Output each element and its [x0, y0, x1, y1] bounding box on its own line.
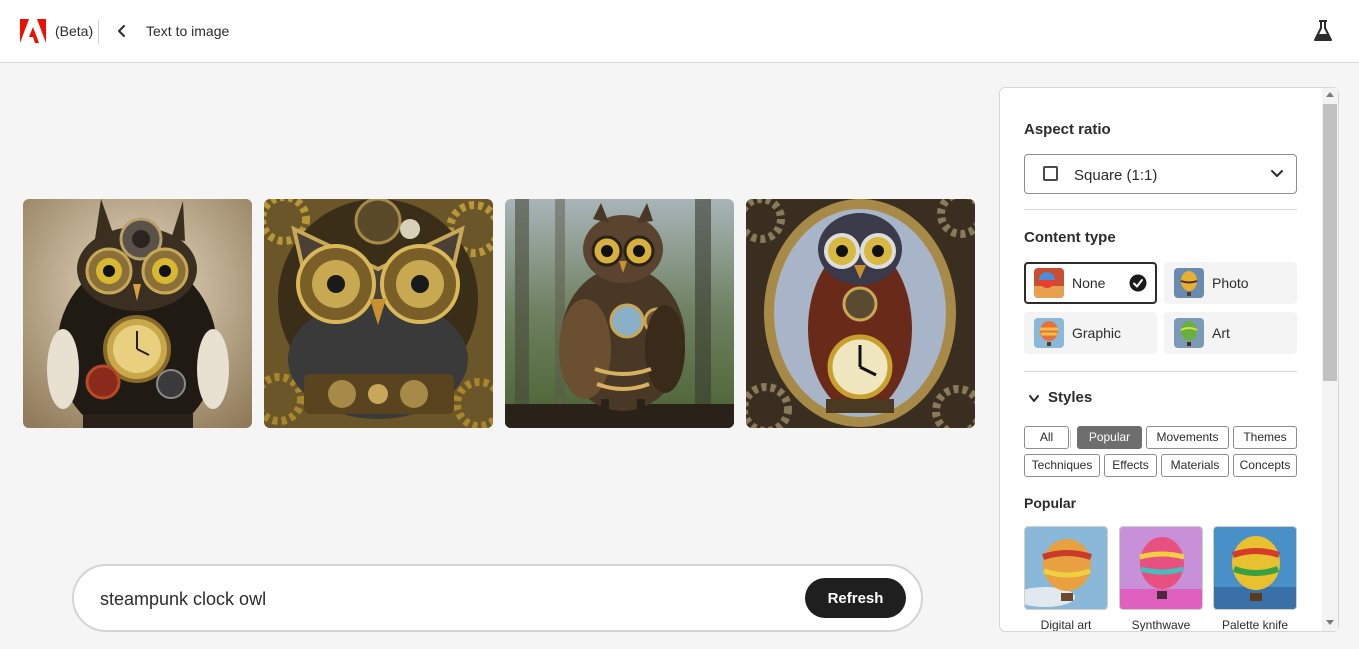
content-type-none[interactable]: None — [1024, 262, 1157, 304]
balloon-thumbnail-icon — [1174, 318, 1204, 348]
settings-panel: Aspect ratio Square (1:1) Content type N… — [999, 87, 1339, 632]
balloon-thumbnail-icon — [1174, 268, 1204, 298]
style-card-label: Palette knife — [1221, 618, 1289, 632]
style-filter-concepts[interactable]: Concepts — [1233, 454, 1297, 477]
style-card-label: Digital art — [1040, 618, 1092, 632]
style-card-digital-art[interactable]: Digital art — [1024, 526, 1108, 632]
prompt-input[interactable] — [100, 586, 780, 612]
checkmark-circle-icon — [1129, 274, 1147, 292]
content-type-label-art: Art — [1212, 325, 1230, 341]
style-filter-materials[interactable]: Materials — [1161, 454, 1229, 477]
digital-art-thumbnail — [1024, 526, 1108, 610]
content-type-photo[interactable]: Photo — [1164, 262, 1297, 304]
style-card-palette-knife[interactable]: Palette knife — [1213, 526, 1297, 632]
beta-label: (Beta) — [55, 23, 94, 39]
style-filter-movements[interactable]: Movements — [1146, 426, 1229, 449]
section-divider — [1024, 371, 1297, 372]
popular-section-label: Popular — [1024, 495, 1077, 511]
aspect-ratio-select[interactable]: Square (1:1) — [1024, 154, 1297, 194]
content-type-label-graphic: Graphic — [1072, 325, 1122, 341]
image-gallery — [23, 199, 975, 428]
aspect-ratio-label: Aspect ratio — [1024, 121, 1111, 138]
app-header: (Beta) Text to image — [0, 0, 1359, 63]
style-filter-popular[interactable]: Popular — [1077, 426, 1142, 449]
palette-knife-thumbnail — [1213, 526, 1297, 610]
panel-scrollbar[interactable] — [1322, 88, 1338, 631]
scroll-up-arrow-icon[interactable] — [1326, 92, 1334, 97]
aspect-ratio-value: Square (1:1) — [1074, 167, 1158, 184]
generated-image-1[interactable] — [23, 199, 252, 428]
section-divider — [1024, 209, 1297, 210]
content-type-label-photo: Photo — [1212, 275, 1249, 291]
back-chevron-icon[interactable] — [113, 21, 131, 41]
chevron-down-icon — [1029, 395, 1039, 402]
generated-image-4[interactable] — [746, 199, 975, 428]
square-ratio-icon — [1043, 166, 1058, 181]
styles-label: Styles — [1048, 389, 1093, 406]
scroll-thumb[interactable] — [1323, 104, 1337, 381]
content-type-label-none: None — [1072, 275, 1106, 291]
generated-image-3[interactable] — [505, 199, 734, 428]
prompt-bar: Refresh — [72, 564, 923, 632]
style-card-label: Synthwave — [1131, 618, 1191, 632]
style-filter-effects[interactable]: Effects — [1104, 454, 1157, 477]
content-type-graphic[interactable]: Graphic — [1024, 312, 1157, 354]
chip-separator — [1070, 430, 1071, 448]
refresh-button[interactable]: Refresh — [805, 578, 906, 618]
scroll-down-arrow-icon[interactable] — [1326, 620, 1334, 625]
flask-icon[interactable] — [1313, 19, 1333, 43]
adobe-logo[interactable] — [20, 19, 46, 43]
header-divider — [98, 20, 99, 44]
content-type-art[interactable]: Art — [1164, 312, 1297, 354]
generated-image-2[interactable] — [264, 199, 493, 428]
balloon-thumbnail-icon — [1034, 268, 1064, 298]
balloon-thumbnail-icon — [1034, 318, 1064, 348]
style-filter-themes[interactable]: Themes — [1233, 426, 1297, 449]
style-filter-all[interactable]: All — [1024, 426, 1069, 449]
content-type-label: Content type — [1024, 229, 1116, 246]
chevron-down-icon — [1271, 170, 1283, 177]
style-filter-techniques[interactable]: Techniques — [1024, 454, 1100, 477]
synthwave-thumbnail — [1119, 526, 1203, 610]
style-card-synthwave[interactable]: Synthwave — [1119, 526, 1203, 632]
page-title: Text to image — [146, 23, 230, 39]
